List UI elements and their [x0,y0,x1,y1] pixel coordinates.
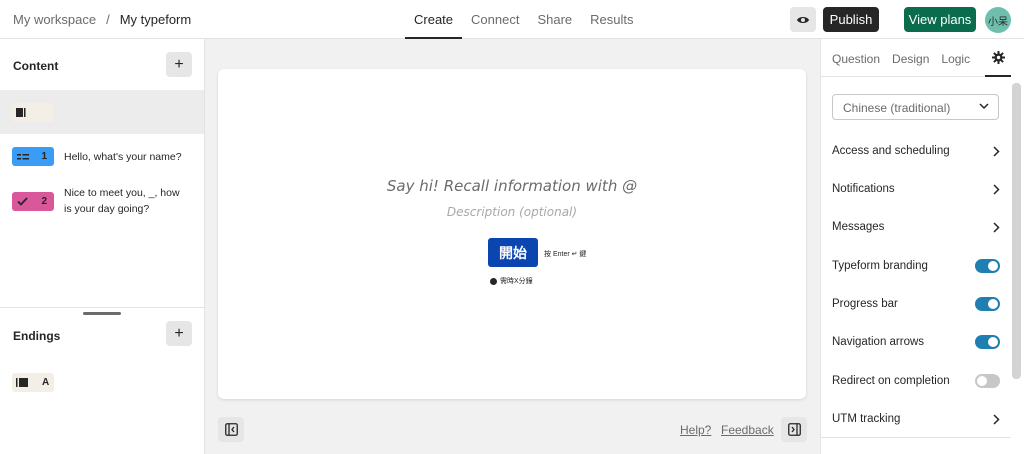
chevron-right-icon [993,146,1000,157]
setting-label: Typeform branding [832,260,928,272]
setting-navigation-arrows: Navigation arrows [832,333,1000,353]
breadcrumb-separator: / [106,12,110,27]
question-text-2: Nice to meet you, _, how is your day goi… [64,187,180,215]
setting-label: Navigation arrows [832,336,925,348]
avatar[interactable]: 小呆 [985,7,1011,33]
language-select-value: Chinese (traditional) [843,101,951,115]
question-number-1: 1 [41,151,47,162]
start-button[interactable]: 開始 [488,238,538,267]
welcome-screen-icon [16,108,26,117]
setting-access-scheduling[interactable]: Access and scheduling [832,142,1000,162]
setting-label: UTM tracking [832,413,901,425]
setting-messages[interactable]: Messages [832,218,1000,238]
toggle-left-panel-button[interactable] [218,417,244,442]
welcome-description[interactable]: Description (optional) [218,205,806,219]
setting-label: Access and scheduling [832,145,950,157]
setting-notifications[interactable]: Notifications [832,180,1000,200]
content-panel: Content + 1 Hello, what's your name? 2 N… [0,39,205,454]
setting-utm-tracking[interactable]: UTM tracking [832,410,1000,430]
collapse-left-panel-icon [224,423,238,436]
redirect-on-completion-toggle[interactable] [975,374,1000,388]
settings-tabs: Question Design Logic [821,39,1011,77]
clock-icon [490,277,497,285]
setting-label: Notifications [832,183,895,195]
collapse-right-panel-icon [787,423,801,436]
breadcrumb: My workspace / My typeform [13,12,191,27]
short-text-icon [17,152,29,161]
ending-letter: A [42,377,50,388]
tab-results[interactable]: Results [581,0,642,39]
setting-label: Redirect on completion [832,375,950,387]
question-number-2: 2 [41,196,47,207]
view-plans-button[interactable]: View plans [904,7,976,32]
main-tabs: Create Connect Share Results [405,0,643,39]
typeform-branding-toggle[interactable] [975,259,1000,273]
add-ending-button[interactable]: + [166,321,192,346]
tab-share[interactable]: Share [528,0,581,39]
endings-heading: Endings [13,329,61,343]
language-select[interactable]: Chinese (traditional) [832,94,999,120]
setting-label: Messages [832,221,885,233]
add-content-button[interactable]: + [166,52,192,77]
tab-settings[interactable] [985,39,1011,77]
question-item-1[interactable]: 1 Hello, what's your name? [0,147,204,167]
eye-icon [797,16,809,23]
publish-button[interactable]: Publish [823,7,879,32]
welcome-screen-chip [12,103,54,122]
help-link[interactable]: Help? [680,423,711,437]
content-heading: Content [13,59,59,73]
navigation-arrows-toggle[interactable] [975,335,1000,349]
time-estimate: 需時X分鐘 [490,276,533,286]
panel-divider [821,437,1011,438]
ending-screen-icon [16,378,28,387]
chevron-right-icon [993,414,1000,425]
resize-handle[interactable] [83,312,121,315]
question-text-1: Hello, what's your name? [64,151,182,163]
gear-icon [991,50,1005,64]
chevron-right-icon [993,184,1000,195]
settings-scrollbar[interactable] [1012,83,1021,379]
settings-panel: Question Design Logic Chinese (tradition… [820,39,1024,454]
setting-progress-bar: Progress bar [832,295,1000,315]
chevron-right-icon [993,222,1000,233]
tab-question[interactable]: Question [832,39,880,77]
chevron-down-icon [979,103,989,110]
enter-hint: 按 Enter ↵ 鍵 [544,251,587,258]
top-bar: My workspace / My typeform Create Connec… [0,0,1024,39]
question-chip-1: 1 [12,147,54,166]
setting-label: Progress bar [832,298,898,310]
checkmark-icon [17,197,28,206]
progress-bar-toggle[interactable] [975,297,1000,311]
question-card[interactable]: Say hi! Recall information with @ Descri… [218,69,806,399]
tab-logic[interactable]: Logic [941,39,970,77]
welcome-screen-item[interactable] [0,90,204,134]
ending-item[interactable]: A [12,373,54,392]
breadcrumb-form-name[interactable]: My typeform [120,12,192,27]
toggle-right-panel-button[interactable] [781,417,807,442]
tab-connect[interactable]: Connect [462,0,528,39]
section-divider [0,307,204,308]
preview-button[interactable] [790,7,816,32]
question-chip-2: 2 [12,192,54,211]
question-item-2[interactable]: 2 Nice to meet you, _, how is your day g… [0,185,204,221]
tab-design[interactable]: Design [892,39,929,77]
tab-create[interactable]: Create [405,0,463,39]
breadcrumb-workspace[interactable]: My workspace [13,12,96,27]
welcome-title[interactable]: Say hi! Recall information with @ [218,177,806,195]
time-estimate-text: 需時X分鐘 [500,278,533,285]
setting-redirect-on-completion: Redirect on completion [832,372,1000,392]
feedback-link[interactable]: Feedback [721,423,774,437]
setting-typeform-branding: Typeform branding [832,257,1000,277]
form-canvas: Say hi! Recall information with @ Descri… [205,39,820,454]
